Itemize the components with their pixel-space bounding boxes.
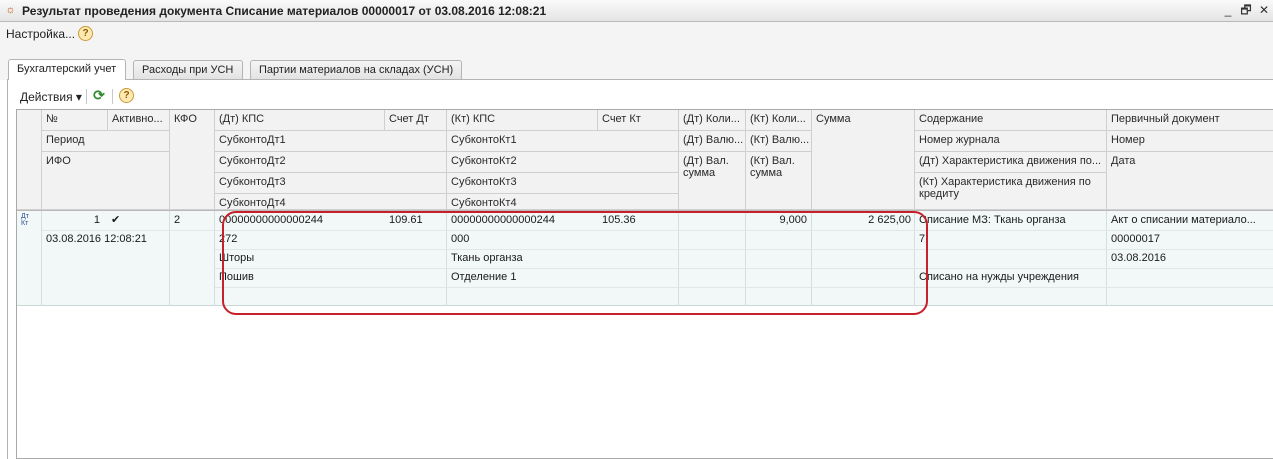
header-subkonto-dt2[interactable]: СубконтоДт2 [215, 152, 447, 173]
header-subkonto-kt3[interactable]: СубконтоКт3 [447, 173, 679, 194]
header-data[interactable]: Дата [1107, 152, 1273, 210]
settings-bar: Настройка... ? [0, 22, 1273, 46]
header-ifo[interactable]: ИФО [42, 152, 170, 210]
header-kfo[interactable]: КФО [170, 110, 215, 210]
cell-num: 1 [93, 214, 100, 226]
subrow-divider [215, 268, 1273, 269]
row-divider [446, 211, 447, 306]
cell-schet-kt: 105.36 [602, 214, 636, 226]
header-kt-kol[interactable]: (Кт) Коли... [746, 110, 812, 131]
tab-usn-expenses[interactable]: Расходы при УСН [133, 60, 243, 80]
dt-kt-entry-icon: Дт Кт [21, 213, 29, 227]
help-icon[interactable]: ? [119, 88, 134, 103]
row-divider [745, 211, 746, 306]
cell-kfo: 2 [174, 214, 181, 226]
header-kt-val-summa[interactable]: (Кт) Вал. сумма [746, 152, 812, 210]
header-dt-kps[interactable]: (Дт) КПС [215, 110, 385, 131]
settings-menu[interactable]: Настройка... [6, 27, 75, 41]
document-app-icon: ☼ [5, 4, 16, 16]
header-kt-valyuta[interactable]: (Кт) Валю... [746, 131, 812, 152]
row-divider [678, 211, 679, 306]
header-schet-dt[interactable]: Счет Дт [385, 110, 447, 131]
cell-nomer-zhurnala: 7 [919, 233, 926, 245]
accounting-panel: Действия ▾ ⟳ ? № Активно... Период ИФО К… [7, 80, 1273, 459]
row-divider [811, 211, 812, 306]
restore-button[interactable]: 🗗 [1237, 2, 1255, 19]
tab-material-batches[interactable]: Партии материалов на складах (УСН) [250, 60, 462, 80]
header-dt-kol[interactable]: (Дт) Коли... [679, 110, 746, 131]
cell-period: 03.08.2016 12:08:21 [46, 233, 147, 245]
header-schet-kt[interactable]: Счет Кт [598, 110, 679, 131]
grid-toolbar: Действия ▾ ⟳ ? [8, 80, 1273, 110]
cell-subkonto-kt1: 000 [451, 233, 470, 245]
cell-data: 03.08.2016 [1111, 252, 1167, 264]
cell-nomer: 00000017 [1111, 233, 1160, 245]
help-icon[interactable]: ? [78, 26, 93, 41]
cell-kt-kol: 9,000 [779, 214, 807, 226]
cell-subkonto-kt2: Ткань органза [451, 252, 523, 264]
cell-subkonto-dt1: 272 [219, 233, 238, 245]
subrow-divider [215, 249, 1273, 250]
cell-perv-doc: Акт о списании материало... [1111, 214, 1256, 226]
header-subkonto-dt3[interactable]: СубконтоДт3 [215, 173, 447, 194]
header-soderzhanie[interactable]: Содержание [915, 110, 1107, 131]
header-dt-harakteristika[interactable]: (Дт) Характеристика движения по... [915, 152, 1107, 173]
toolbar-separator [86, 89, 87, 104]
cell-kt-harakteristika: Списано на нужды учреждения [919, 271, 1080, 283]
header-dt-valyuta[interactable]: (Дт) Валю... [679, 131, 746, 152]
cell-subkonto-dt3: Пошив [219, 271, 254, 283]
entries-table: № Активно... Период ИФО КФО (Дт) КПС Сче… [16, 109, 1273, 459]
header-kt-kps[interactable]: (Кт) КПС [447, 110, 598, 131]
toolbar-separator [112, 89, 113, 104]
header-num[interactable]: № [42, 110, 108, 131]
header-dt-val-summa[interactable]: (Дт) Вал. сумма [679, 152, 746, 210]
header-nomer-zhurnala[interactable]: Номер журнала [915, 131, 1107, 152]
header-summa[interactable]: Сумма [812, 110, 915, 210]
row-divider [214, 211, 215, 306]
subrow-divider [215, 287, 1273, 288]
header-icon-column [17, 110, 42, 210]
cell-schet-dt: 109.61 [389, 214, 423, 226]
tab-accounting[interactable]: Бухгалтерский учет [8, 59, 126, 80]
cell-subkonto-dt2: Шторы [219, 252, 255, 264]
cell-kt-kps: 00000000000000244 [451, 214, 556, 226]
header-subkonto-dt1[interactable]: СубконтоДт1 [215, 131, 447, 152]
subrow-divider [42, 230, 1273, 231]
header-period[interactable]: Период [42, 131, 170, 152]
actions-menu-button[interactable]: Действия ▾ [20, 90, 82, 104]
window-title: Результат проведения документа Списание … [22, 4, 547, 18]
row-divider [169, 211, 170, 306]
cell-summa: 2 625,00 [868, 214, 911, 226]
close-button[interactable]: ✕ [1255, 2, 1273, 19]
cell-soderzhanie: Списание МЗ: Ткань органза [919, 214, 1066, 226]
header-subkonto-dt4[interactable]: СубконтоДт4 [215, 194, 447, 210]
row-divider [914, 211, 915, 306]
header-kt-harakteristika[interactable]: (Кт) Характеристика движения по кредиту [915, 173, 1107, 210]
header-active[interactable]: Активно... [108, 110, 170, 131]
row-divider [1106, 211, 1107, 306]
header-subkonto-kt2[interactable]: СубконтоКт2 [447, 152, 679, 173]
active-check-icon[interactable]: ✔ [111, 213, 120, 226]
header-nomer[interactable]: Номер [1107, 131, 1273, 152]
cell-dt-kps: 00000000000000244 [219, 214, 324, 226]
header-subkonto-kt4[interactable]: СубконтоКт4 [447, 194, 679, 210]
header-subkonto-kt1[interactable]: СубконтоКт1 [447, 131, 679, 152]
header-perv-doc[interactable]: Первичный документ [1107, 110, 1273, 131]
minimize-button[interactable]: _ [1219, 2, 1237, 19]
tab-strip: Бухгалтерский учет Расходы при УСН Парти… [0, 46, 1273, 80]
refresh-icon[interactable]: ⟳ [91, 87, 107, 103]
cell-subkonto-kt3: Отделение 1 [451, 271, 517, 283]
window-titlebar: ☼ Результат проведения документа Списани… [0, 0, 1273, 22]
